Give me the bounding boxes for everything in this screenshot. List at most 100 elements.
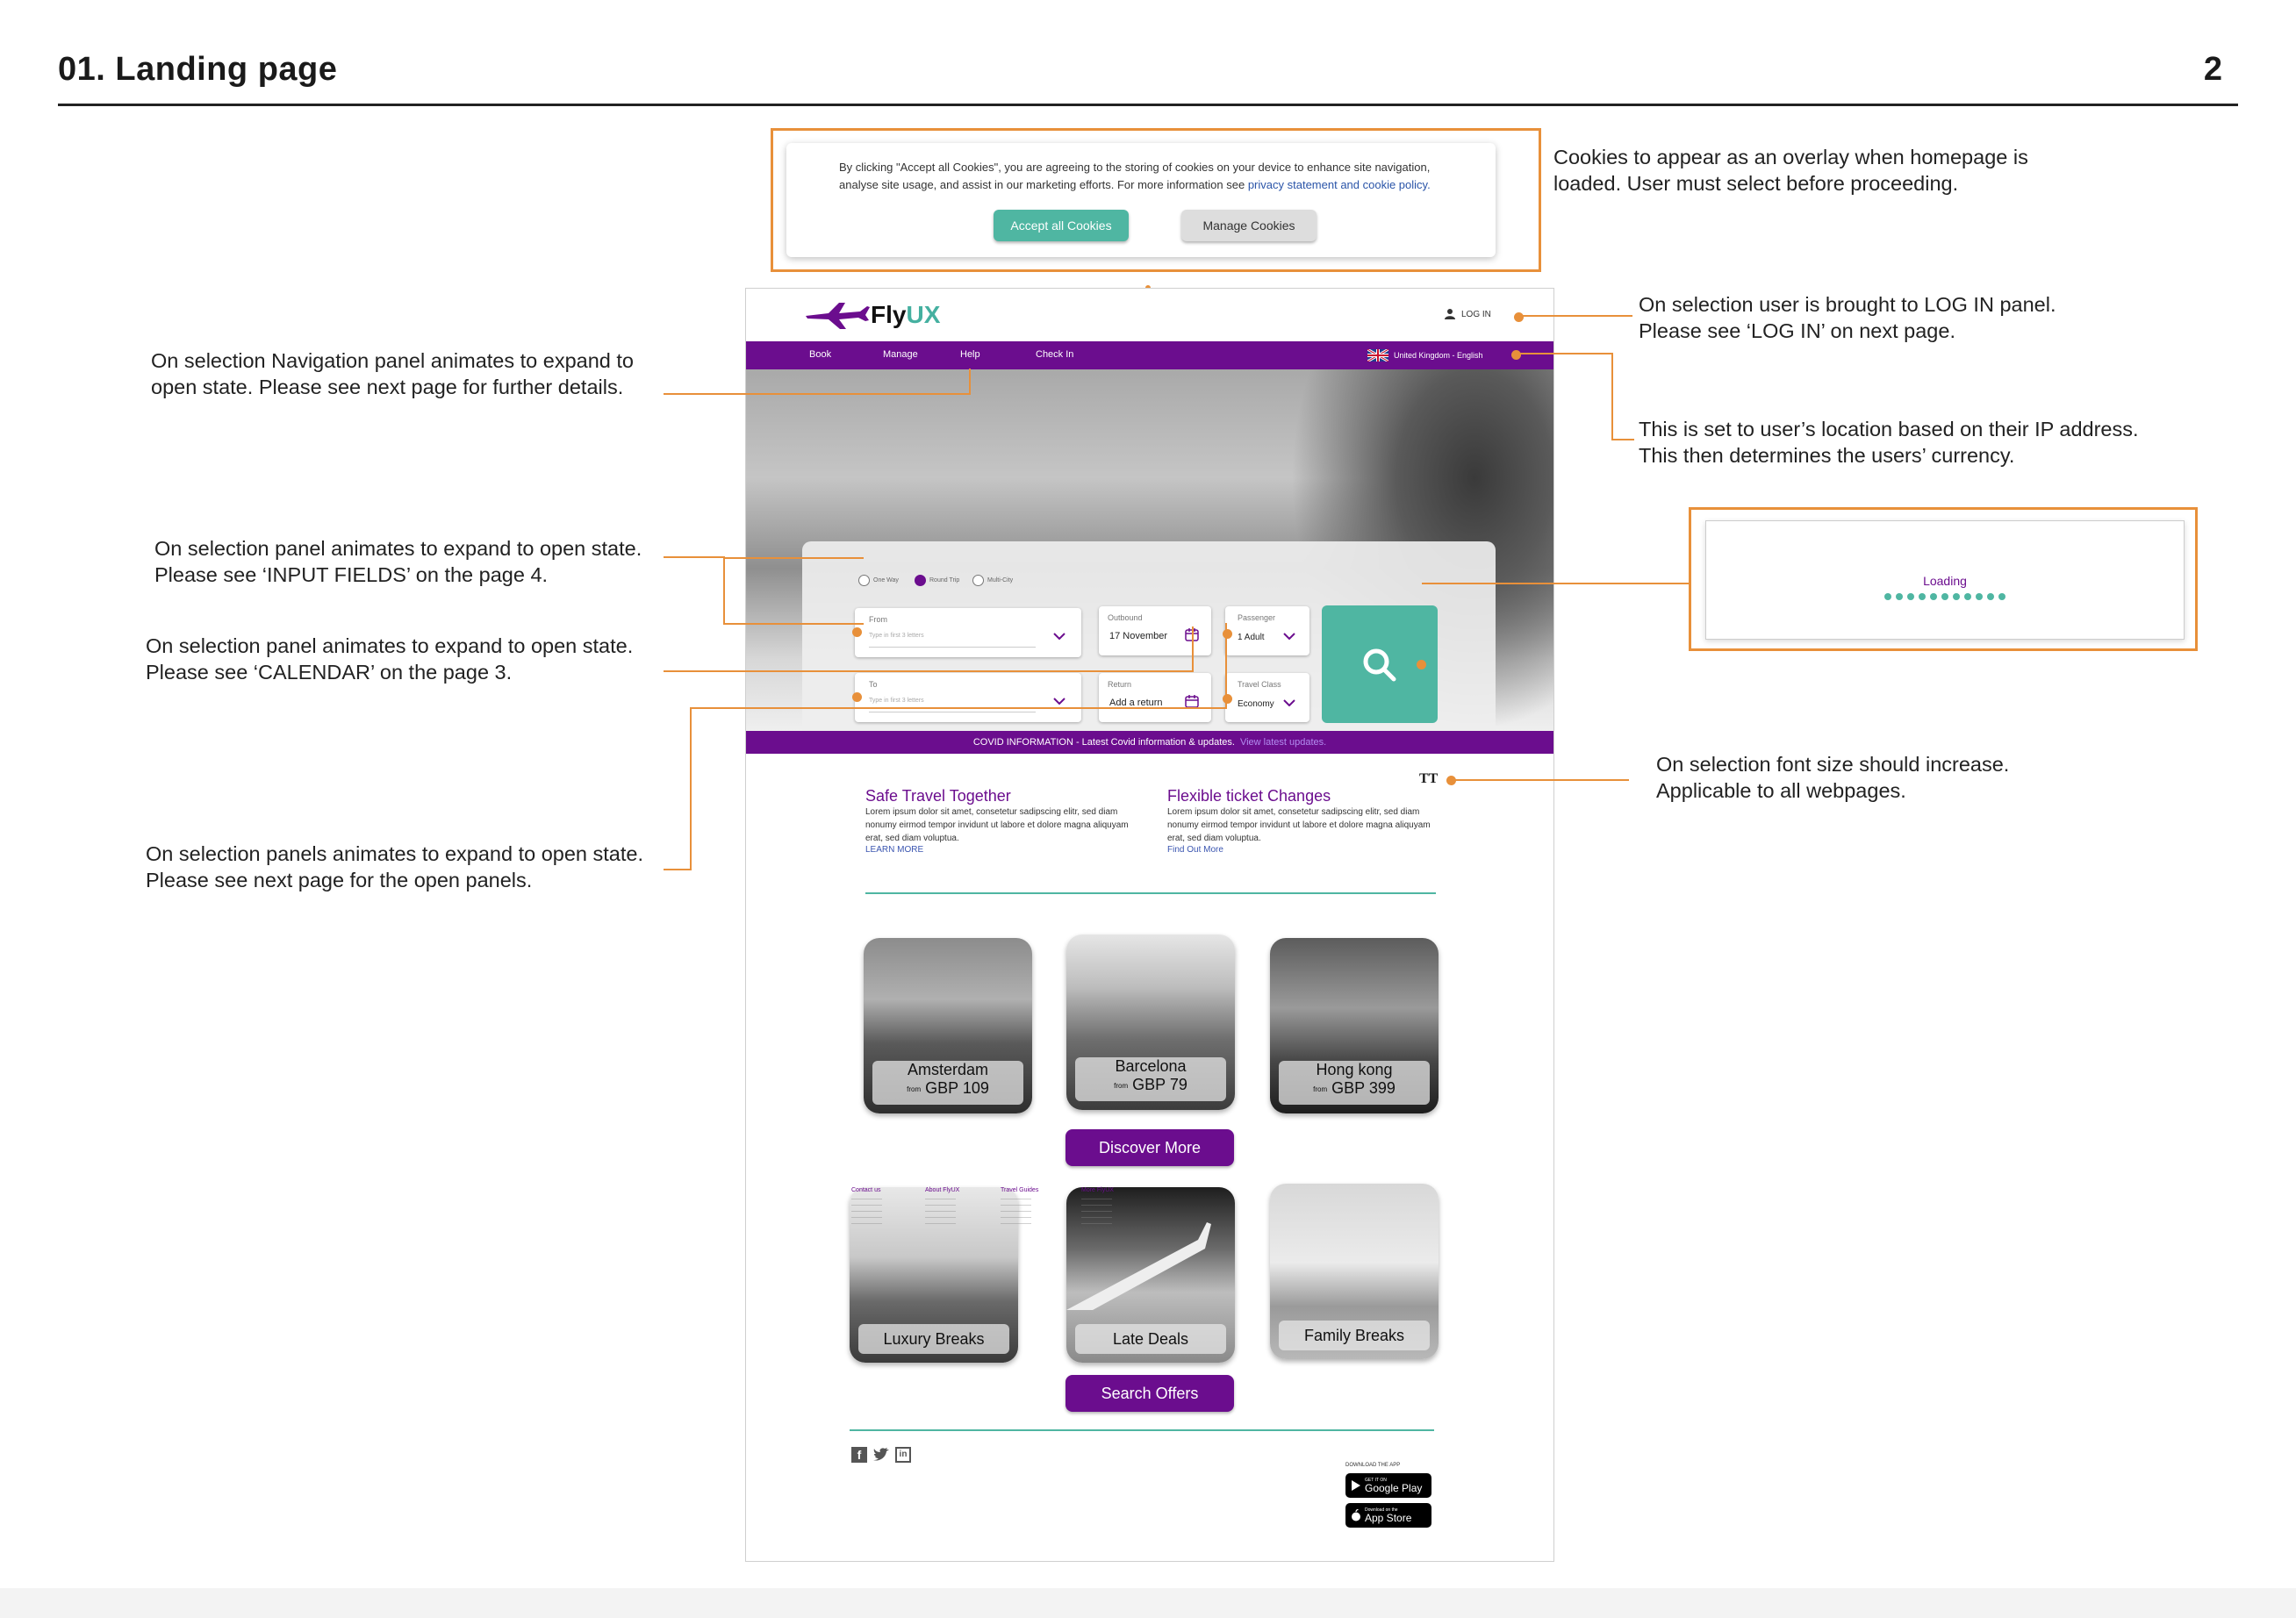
- divider: [865, 892, 1436, 894]
- travel-class-select[interactable]: Travel Class Economy: [1223, 673, 1309, 722]
- find-out-more-link[interactable]: Find Out More: [1167, 845, 1441, 855]
- footer-filler-lines: ——————— ——————— ——————— ——————— ———————: [1001, 1197, 1031, 1227]
- destination-card-hong-kong[interactable]: Hong kong from GBP 399: [1270, 938, 1439, 1113]
- to-input[interactable]: To Type in first 3 letters: [852, 673, 1081, 722]
- facebook-icon[interactable]: f: [851, 1447, 867, 1463]
- input-connector-h: [664, 556, 725, 558]
- input-connector-to: [723, 623, 864, 625]
- font-size-connector: [1453, 779, 1629, 781]
- apple-icon: [1352, 1509, 1360, 1521]
- to-marker-dot: [852, 692, 862, 702]
- search-button[interactable]: [1322, 605, 1438, 723]
- passenger-marker-dot: [1223, 629, 1232, 639]
- card-label: Barcelona from GBP 79: [1075, 1057, 1226, 1101]
- app-store-badge[interactable]: Download on the App Store: [1345, 1503, 1431, 1528]
- destination-card-barcelona[interactable]: Barcelona from GBP 79: [1066, 934, 1235, 1110]
- footer-filler-lines: ——————— ——————— ——————— ——————— ———————: [925, 1197, 956, 1227]
- covid-banner: COVID INFORMATION - Latest Covid informa…: [746, 731, 1553, 754]
- annotation-font-size: On selection font size should increase. …: [1656, 753, 2010, 802]
- discover-more-button[interactable]: Discover More: [1065, 1129, 1234, 1166]
- footer-col-heading[interactable]: Travel Guides: [1001, 1187, 1057, 1193]
- chevron-down-icon: [1053, 633, 1065, 640]
- trip-type-multi-city[interactable]: Multi-City: [972, 575, 1013, 586]
- offer-label: Luxury Breaks: [858, 1324, 1009, 1354]
- font-size-icon[interactable]: TT: [1419, 771, 1438, 787]
- accept-cookies-button[interactable]: Accept all Cookies: [994, 210, 1129, 241]
- outbound-value: 17 November: [1109, 631, 1168, 641]
- input-connector-v: [723, 556, 725, 625]
- info-title: Flexible ticket Changes: [1167, 787, 1331, 805]
- login-connector: [1518, 315, 1632, 317]
- info-body: Lorem ipsum dolor sit amet, consetetur s…: [865, 807, 1129, 843]
- nav-item-help[interactable]: Help: [960, 349, 980, 360]
- cookie-policy-link[interactable]: privacy statement and cookie policy.: [1248, 178, 1431, 191]
- footer-col-heading[interactable]: About FlyUX: [925, 1187, 981, 1193]
- manage-cookies-button[interactable]: Manage Cookies: [1181, 210, 1317, 241]
- from-marker-dot: [852, 627, 862, 637]
- to-label: To: [869, 680, 878, 689]
- covid-link[interactable]: View latest updates.: [1240, 737, 1326, 748]
- footer-col-about: About FlyUX ——————— ——————— ——————— ——————— —…: [925, 1187, 981, 1228]
- nav-connector-h: [664, 393, 971, 395]
- search-icon: [1363, 648, 1396, 682]
- login-marker-dot: [1514, 312, 1524, 322]
- passenger-value: 1 Adult: [1238, 633, 1265, 642]
- to-placeholder: Type in first 3 letters: [869, 698, 924, 704]
- loading-highlight-box: Loading: [1689, 507, 2198, 651]
- linkedin-icon[interactable]: in: [895, 1447, 911, 1463]
- nav-item-book[interactable]: Book: [809, 349, 831, 360]
- panels-connector-h2: [690, 707, 1227, 709]
- login-link[interactable]: LOG IN: [1444, 308, 1491, 320]
- chevron-down-icon: [1053, 698, 1065, 705]
- loading-text: Loading: [1923, 574, 1967, 588]
- footer-filler-lines: ——————— ——————— ——————— ——————— ———————: [851, 1197, 882, 1227]
- footer-col-heading[interactable]: Contact us: [851, 1187, 908, 1193]
- offer-label: Family Breaks: [1279, 1321, 1430, 1350]
- bottom-band: [0, 1588, 2296, 1618]
- plane-logo-icon: [806, 303, 870, 329]
- from-placeholder: Type in first 3 letters: [869, 633, 924, 639]
- cookie-banner: By clicking "Accept all Cookies", you ar…: [786, 143, 1496, 257]
- nav-bar: Book Manage Help Check In United Kingdom…: [746, 341, 1553, 369]
- passenger-select[interactable]: Passenger 1 Adult: [1223, 606, 1309, 655]
- destination-card-amsterdam[interactable]: Amsterdam from GBP 109: [864, 938, 1032, 1113]
- learn-more-link[interactable]: LEARN MORE: [865, 845, 1139, 855]
- location-connector-v: [1611, 353, 1613, 440]
- annotation-login: On selection user is brought to LOG IN p…: [1639, 293, 2056, 342]
- loading-panel: Loading: [1705, 520, 2185, 640]
- travel-class-label: Travel Class: [1238, 680, 1281, 689]
- site-mockup: FlyUX LOG IN Book Manage Help Check In U…: [745, 288, 1554, 1562]
- search-offers-button[interactable]: Search Offers: [1065, 1375, 1234, 1412]
- card-price: GBP 109: [925, 1079, 989, 1097]
- header-divider: [58, 104, 2238, 106]
- outbound-date-field[interactable]: Outbound 17 November: [1099, 606, 1211, 655]
- card-city: Hong kong: [1316, 1061, 1393, 1078]
- nav-item-manage[interactable]: Manage: [883, 349, 918, 360]
- nav-item-check-in[interactable]: Check In: [1036, 349, 1073, 360]
- twitter-icon[interactable]: [872, 1447, 890, 1463]
- locale-label: United Kingdom - English: [1394, 351, 1483, 360]
- return-date-field[interactable]: Return Add a return: [1099, 673, 1211, 722]
- trip-type-one-way[interactable]: One Way: [858, 575, 899, 586]
- footer-col-heading[interactable]: More FlyUX: [1081, 1187, 1137, 1193]
- from-input[interactable]: From Type in first 3 letters: [852, 608, 1081, 657]
- trip-type-round-trip[interactable]: Round Trip: [915, 575, 959, 586]
- offer-card-family-breaks[interactable]: Family Breaks: [1270, 1184, 1439, 1359]
- return-label: Return: [1108, 680, 1132, 689]
- offer-label: Late Deals: [1075, 1324, 1226, 1354]
- flight-search-panel: One Way Round Trip Multi-City From Type …: [802, 541, 1496, 731]
- outbound-label: Outbound: [1108, 613, 1143, 622]
- annotation-cookies: Cookies to appear as an overlay when hom…: [1553, 146, 2028, 195]
- footer-col-more: More FlyUX ——————— ——————— ——————— ——————— ——…: [1081, 1187, 1137, 1228]
- footer-col-travel-guides: Travel Guides ——————— ——————— ——————— ——————…: [1001, 1187, 1057, 1228]
- locale-selector[interactable]: United Kingdom - English: [1367, 349, 1483, 362]
- info-body: Lorem ipsum dolor sit amet, consetetur s…: [1167, 807, 1431, 843]
- page-number: 2: [2203, 51, 2222, 88]
- search-marker-dot: [1417, 660, 1426, 669]
- covid-text: COVID INFORMATION - Latest Covid informa…: [972, 737, 1235, 748]
- nav-connector-v: [969, 369, 971, 395]
- logo-text[interactable]: FlyUX: [871, 301, 940, 329]
- footer-filler-lines: ——————— ——————— ——————— ——————— ———————: [1081, 1197, 1112, 1227]
- google-play-badge[interactable]: GET IT ON Google Play: [1345, 1473, 1431, 1498]
- google-play-icon: [1352, 1480, 1360, 1491]
